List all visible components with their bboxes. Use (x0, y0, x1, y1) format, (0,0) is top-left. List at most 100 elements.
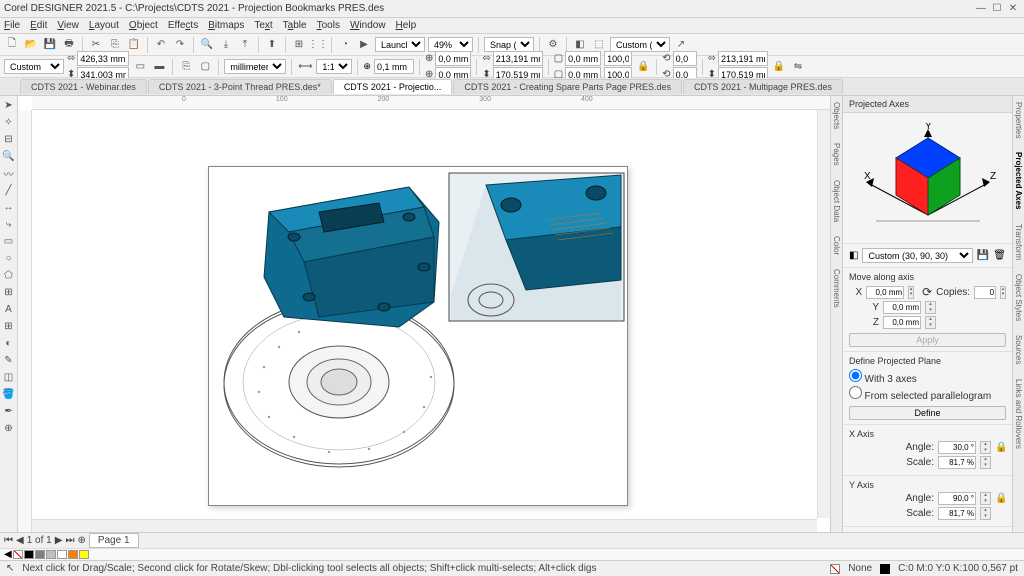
all-pages-icon[interactable]: ⎘ (178, 59, 194, 75)
sx2-input[interactable] (718, 51, 768, 66)
polygon-tool-icon[interactable]: ⬠ (2, 268, 16, 282)
maximize-icon[interactable]: ☐ (990, 2, 1004, 16)
menu-layout[interactable]: Layout (89, 20, 119, 31)
rectangle-tool-icon[interactable]: ▭ (2, 234, 16, 248)
guides-icon[interactable]: ⋮⋮ (310, 37, 326, 53)
y-angle-input[interactable] (938, 492, 976, 505)
search-icon[interactable]: 🔍 (199, 37, 215, 53)
import-icon[interactable]: ⤓ (218, 37, 234, 53)
delete-preset-icon[interactable]: 🗑 (993, 250, 1006, 261)
menu-tools[interactable]: Tools (317, 20, 340, 31)
copies-input[interactable] (974, 286, 996, 299)
transparency-tool-icon[interactable]: ◫ (2, 370, 16, 384)
move-z-input[interactable] (883, 316, 921, 329)
define-button[interactable]: Define (849, 406, 1006, 420)
close-icon[interactable]: ✕ (1006, 2, 1020, 16)
menu-object[interactable]: Object (129, 20, 158, 31)
ellipse-tool-icon[interactable]: ○ (2, 251, 16, 265)
portrait-icon[interactable]: ▭ (132, 59, 148, 75)
zoom-select[interactable]: 49% (428, 37, 473, 52)
dock-color[interactable]: Color (832, 236, 841, 255)
x-scale-input[interactable] (938, 456, 976, 469)
fill-indicator-icon[interactable] (830, 564, 840, 574)
cycle-icon[interactable]: ⟳ (922, 285, 932, 299)
launch-select[interactable]: Launch (375, 37, 425, 52)
menu-window[interactable]: Window (350, 20, 386, 31)
doc-tab-2[interactable]: CDTS 2021 - Projectio... (333, 79, 453, 94)
text-tool-icon[interactable]: A (2, 302, 16, 316)
prev-page-icon[interactable]: ◀ (16, 535, 24, 546)
doc-tab-3[interactable]: CDTS 2021 - Creating Spare Parts Page PR… (453, 79, 682, 94)
nudge-input[interactable] (374, 59, 414, 74)
new-icon[interactable]: 🗋 (4, 37, 20, 53)
rot1-input[interactable] (673, 51, 697, 66)
dock-sources[interactable]: Sources (1014, 335, 1023, 364)
obj-w-input[interactable] (493, 51, 543, 66)
spinner-icon[interactable]: ▴▾ (925, 301, 936, 314)
undo-icon[interactable]: ↶ (153, 37, 169, 53)
swatch-white[interactable] (57, 550, 67, 559)
axes-preset-select[interactable]: Custom (30, 90, 30) (862, 248, 972, 263)
landscape-icon[interactable]: ▬ (151, 59, 167, 75)
lock2-icon[interactable]: 🔒 (771, 59, 787, 75)
lock-ratio-icon[interactable]: 🔒 (635, 59, 651, 75)
apply-button[interactable]: Apply (849, 333, 1006, 347)
menu-text[interactable]: Text (254, 20, 272, 31)
shape-tool-icon[interactable]: ✧ (2, 115, 16, 129)
line-tool-icon[interactable]: ╱ (2, 183, 16, 197)
dock-comments[interactable]: Comments (832, 269, 841, 308)
custom-select[interactable]: Custom (… (610, 37, 670, 52)
dock-object-data[interactable]: Object Data (832, 180, 841, 222)
swatch-orange[interactable] (68, 550, 78, 559)
dock-object-styles[interactable]: Object Styles (1014, 274, 1023, 321)
current-page-icon[interactable]: ▢ (197, 59, 213, 75)
ratio-select[interactable]: 1:1 (316, 59, 352, 74)
dock-projected-axes[interactable]: Projected Axes (1014, 152, 1023, 210)
swatch-none[interactable] (13, 550, 23, 559)
callout-icon[interactable]: ◔ (337, 37, 353, 53)
dimension-tool-icon[interactable]: ↔ (2, 200, 16, 214)
last-page-icon[interactable]: ⏭ (65, 535, 74, 546)
first-page-icon[interactable]: ⏮ (4, 535, 13, 546)
open-icon[interactable]: 📂 (23, 37, 39, 53)
minimize-icon[interactable]: — (974, 2, 988, 16)
page-width-input[interactable] (77, 51, 129, 66)
y-scale-input[interactable] (938, 507, 976, 520)
radio-with-3-axes[interactable]: With 3 axes (849, 369, 1006, 385)
launch-icon[interactable]: ▶ (356, 37, 372, 53)
move-y-input[interactable] (883, 301, 921, 314)
swatch-gray[interactable] (35, 550, 45, 559)
dock-pages[interactable]: Pages (832, 143, 841, 166)
pc1-input[interactable] (604, 51, 632, 66)
canvas[interactable]: 0 100 200 300 400 (18, 96, 830, 532)
move-x-input[interactable] (866, 286, 904, 299)
swatch-black[interactable] (24, 550, 34, 559)
menu-bitmaps[interactable]: Bitmaps (208, 20, 244, 31)
outline-tool-icon[interactable]: ✒ (2, 404, 16, 418)
menu-edit[interactable]: Edit (30, 20, 47, 31)
doc-tab-1[interactable]: CDTS 2021 - 3-Point Thread PRES.des* (148, 79, 332, 94)
swatch-silver[interactable] (46, 550, 56, 559)
save-preset-icon[interactable]: 💾 (977, 250, 989, 261)
menu-help[interactable]: Help (396, 20, 417, 31)
lock-icon[interactable]: 🔒 (995, 442, 1006, 453)
x-origin-input[interactable] (435, 51, 471, 66)
axes-cube-icon[interactable]: X Z Y (858, 123, 998, 233)
dock-links[interactable]: Links and Rollovers (1014, 379, 1023, 449)
menu-view[interactable]: View (57, 20, 79, 31)
scrollbar-vertical[interactable] (817, 110, 830, 518)
spinner-icon[interactable]: ▴▾ (1000, 286, 1006, 299)
callout-tool-icon[interactable]: ⤷ (2, 217, 16, 231)
freehand-tool-icon[interactable]: 〰 (2, 166, 16, 180)
add-page-icon[interactable]: ⊕ (77, 535, 85, 546)
export-icon[interactable]: ⤒ (237, 37, 253, 53)
scrollbar-horizontal[interactable] (32, 519, 817, 532)
lock-icon[interactable]: 🔒 (995, 493, 1006, 504)
page-preset-select[interactable]: Custom (4, 59, 64, 74)
swatch-prev-icon[interactable]: ◀ (4, 549, 12, 560)
publish-icon[interactable]: ⬆ (264, 37, 280, 53)
next-page-icon[interactable]: ▶ (55, 535, 63, 546)
save-icon[interactable]: 💾 (42, 37, 58, 53)
mm1-input[interactable] (565, 51, 601, 66)
outline-indicator-icon[interactable] (880, 564, 890, 574)
